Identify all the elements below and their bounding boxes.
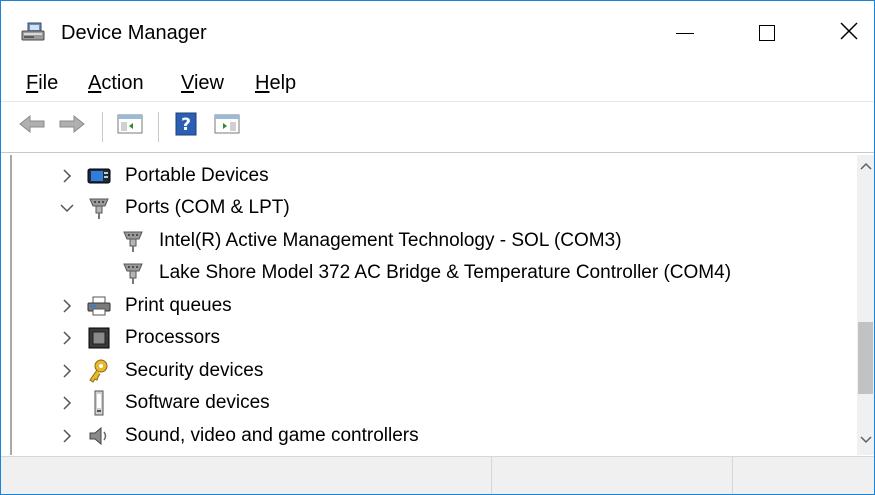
properties-pane-icon <box>214 113 240 140</box>
tree-item-security-devices[interactable]: Security devices <box>1 355 851 387</box>
menu-help[interactable]: Help <box>255 71 296 95</box>
tree-item-label: Sound, video and game controllers <box>125 425 419 446</box>
device-manager-window: Device Manager File Action View Help ? P… <box>0 0 875 495</box>
device-manager-icon <box>21 22 45 42</box>
maximize-button[interactable] <box>737 1 797 65</box>
scroll-up-button[interactable] <box>857 159 874 176</box>
forward-button[interactable] <box>57 112 87 140</box>
status-pane-main <box>1 457 492 494</box>
tree-item-label: Software devices <box>125 392 270 413</box>
chevron-down-icon <box>859 431 872 449</box>
scroll-down-button[interactable] <box>857 431 874 448</box>
back-arrow-icon <box>18 113 46 140</box>
processor-icon <box>87 326 111 350</box>
chevron-right-icon[interactable] <box>57 393 77 413</box>
properties-pane-button[interactable] <box>212 112 242 140</box>
show-hide-console-tree-icon <box>117 113 143 140</box>
close-icon <box>839 21 859 46</box>
svg-text:?: ? <box>181 115 191 135</box>
minimize-button[interactable] <box>655 1 715 65</box>
minimize-icon <box>676 32 694 34</box>
tree-item-label: Lake Shore Model 372 AC Bridge & Tempera… <box>159 262 732 283</box>
tree-item-lake-shore-com4[interactable]: Lake Shore Model 372 AC Bridge & Tempera… <box>1 257 851 289</box>
port-connector-icon <box>121 229 145 253</box>
chevron-right-icon[interactable] <box>57 361 77 381</box>
menu-file[interactable]: File <box>26 71 58 95</box>
scrollbar-thumb[interactable] <box>858 322 873 394</box>
status-pane-secondary <box>492 457 733 494</box>
tree-item-label: Portable Devices <box>125 165 269 186</box>
window-title: Device Manager <box>61 22 207 44</box>
chevron-up-icon <box>859 159 872 177</box>
chevron-right-icon[interactable] <box>57 328 77 348</box>
show-hide-console-tree-button[interactable] <box>115 112 145 140</box>
tree-item-print-queues[interactable]: Print queues <box>1 290 851 322</box>
back-button[interactable] <box>17 112 47 140</box>
status-bar <box>1 456 874 494</box>
chevron-down-icon[interactable] <box>57 198 77 218</box>
device-tree[interactable]: Portable Devices Ports (COM & LPT) Intel… <box>1 155 874 455</box>
printer-icon <box>87 294 111 318</box>
speaker-icon <box>87 424 111 448</box>
tree-item-intel-amt-sol-com3[interactable]: Intel(R) Active Management Technology - … <box>1 225 851 257</box>
tree-item-label: Ports (COM & LPT) <box>125 197 290 218</box>
menu-action[interactable]: Action <box>88 71 144 95</box>
software-device-icon <box>87 390 111 416</box>
maximize-icon <box>759 25 775 41</box>
forward-arrow-icon <box>58 113 86 140</box>
tree-item-label: Security devices <box>125 360 264 381</box>
tree-item-sound-video-game-controllers[interactable]: Sound, video and game controllers <box>1 420 851 452</box>
help-icon: ? <box>175 112 197 141</box>
tree-item-label: Print queues <box>125 295 232 316</box>
help-button[interactable]: ? <box>171 112 201 140</box>
chevron-right-icon[interactable] <box>57 166 77 186</box>
port-connector-icon <box>87 196 111 220</box>
chevron-right-icon[interactable] <box>57 426 77 446</box>
vertical-scrollbar[interactable] <box>857 155 874 455</box>
tree-item-portable-devices[interactable]: Portable Devices <box>1 160 851 192</box>
tree-item-processors[interactable]: Processors <box>1 322 851 354</box>
title-bar[interactable]: Device Manager <box>1 1 874 65</box>
tree-item-ports[interactable]: Ports (COM & LPT) <box>1 192 851 224</box>
portable-devices-icon <box>87 164 111 188</box>
close-button[interactable] <box>819 1 874 65</box>
tree-item-label: Intel(R) Active Management Technology - … <box>159 230 622 251</box>
toolbar: ? <box>1 102 874 153</box>
port-connector-icon <box>121 261 145 285</box>
toolbar-separator <box>102 112 103 142</box>
menu-bar: File Action View Help <box>1 65 874 102</box>
chevron-right-icon[interactable] <box>57 296 77 316</box>
menu-view[interactable]: View <box>181 71 224 95</box>
toolbar-separator <box>158 112 159 142</box>
tree-item-software-devices[interactable]: Software devices <box>1 387 851 419</box>
security-key-icon <box>87 359 111 383</box>
tree-item-label: Processors <box>125 327 221 348</box>
